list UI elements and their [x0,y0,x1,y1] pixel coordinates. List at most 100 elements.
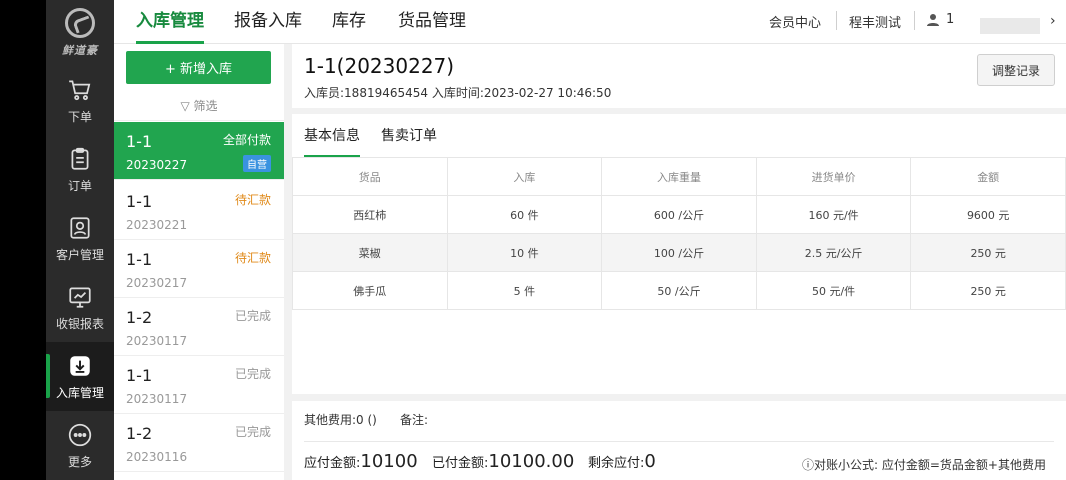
table-cell: 250 元 [910,271,1066,310]
table-header-row: 货品 入库 入库重量 进货单价 金额 [292,157,1066,196]
list-item-status: 已完成 [234,425,271,439]
side-nav: 鲜道豪 下单 订单 客户管理 收银报表 入库管理 更多 [46,0,114,480]
paid-amount: 已付金额:10100.00 [432,451,574,472]
detail-body: 基本信息 售卖订单 货品 入库 入库重量 进货单价 金额 西红柿 60 件 60… [292,114,1066,394]
download-box-icon [70,355,90,376]
table-cell: 50 /公斤 [601,271,757,310]
table-cell: 9600 元 [910,195,1066,234]
column-header: 进货单价 [755,157,912,196]
brand-mark-icon [65,8,95,38]
list-item-code: 1-1 [126,366,153,385]
inbound-detail-panel: 1-1(20230227) 入库员:18819465454 入库时间:2023-… [292,44,1066,480]
filter-label: 筛选 [193,99,218,113]
tab-reported-inbound[interactable]: 报备入库 [234,0,302,44]
paid-label: 已付金额: [432,456,489,471]
inbound-list: + 新增入库 ▽ 筛选 1-1 20230227 全部付款 自营 1-1 202… [114,44,284,480]
list-item-code: 1-1 [126,132,153,151]
table-cell: 60 件 [446,195,603,234]
list-item-date: 20230116 [126,450,188,464]
nav-item-more[interactable]: 更多 [46,411,114,480]
nav-item-orders[interactable]: 订单 [46,135,114,204]
table-cell: 600 /公斤 [601,195,757,234]
user-name[interactable]: 1 [946,12,954,27]
list-item-code: 1-2 [126,424,153,443]
filter-button[interactable]: ▽ 筛选 [114,94,284,121]
list-item-status: 已完成 [234,309,271,323]
list-item[interactable]: 1-1 20230227 全部付款 自营 [114,122,284,180]
remaining-amount: 剩余应付:0 [588,451,656,472]
header-divider [914,11,915,30]
nav-item-customers[interactable]: 客户管理 [46,204,114,273]
list-item[interactable]: 1-1 20230217 待汇款 [114,240,284,298]
nav-item-inbound[interactable]: 入库管理 [46,342,114,411]
table-cell: 100 /公斤 [601,233,757,272]
list-item-code: 1-2 [126,308,153,327]
adjustment-record-button[interactable]: 调整记录 [977,54,1055,86]
other-fee-text: 其他费用:0 () [304,413,377,427]
column-header: 货品 [292,157,448,196]
goods-table: 货品 入库 入库重量 进货单价 金额 西红柿 60 件 600 /公斤 160 … [292,157,1066,310]
chart-monitor-icon [69,286,91,308]
column-header: 金额 [910,157,1066,196]
nav-item-label: 收银报表 [55,316,104,331]
list-item-status: 待汇款 [234,251,271,265]
list-item-status: 全部付款 [222,133,271,147]
nav-item-order[interactable]: 下单 [46,66,114,135]
detail-header: 1-1(20230227) 入库员:18819465454 入库时间:2023-… [292,44,1066,108]
list-item-date: 20230117 [126,392,188,406]
list-item-code: 1-1 [126,192,153,211]
chevron-right-icon[interactable]: › [1050,13,1056,29]
list-item[interactable]: 1-1 20230221 待汇款 [114,182,284,240]
tab-basic-info[interactable]: 基本信息 [304,114,360,157]
list-item[interactable]: 1-1 20230117 已完成 [114,356,284,414]
payable-amount: 应付金额:10100 [304,451,418,472]
table-cell: 西红柿 [292,195,448,234]
detail-meta: 入库员:18819465454 入库时间:2023-02-27 10:46:50 [304,86,612,100]
payable-label: 应付金额: [304,456,361,471]
table-cell: 菜椒 [292,233,448,272]
add-inbound-button[interactable]: + 新增入库 [126,51,271,84]
remaining-value: 0 [644,451,656,472]
remark-label: 备注: [400,413,429,427]
list-item-date: 20230221 [126,218,188,232]
member-center-link[interactable]: 会员中心 [769,12,821,31]
nav-item-label: 订单 [67,178,92,193]
nav-item-label: 更多 [67,454,92,469]
table-cell: 佛手瓜 [292,271,448,310]
list-item-code: 1-1 [126,250,153,269]
table-cell: 250 元 [910,233,1066,272]
tab-inventory[interactable]: 库存 [332,0,366,44]
table-row: 佛手瓜 5 件 50 /公斤 50 元/件 250 元 [292,271,1066,310]
redacted-user-info [980,18,1040,34]
nav-item-label: 下单 [67,109,92,124]
column-header: 入库重量 [601,157,757,196]
detail-footer: 其他费用:0 () 备注: 应付金额:10100 已付金额:10100.00 剩… [292,401,1066,480]
test-account-link[interactable]: 程丰测试 [849,12,901,31]
brand-name: 鲜道豪 [62,44,98,57]
self-operated-badge: 自营 [243,155,271,172]
header-divider [836,11,837,30]
clipboard-icon [71,147,89,170]
list-item[interactable]: 1-2 20230117 已完成 [114,298,284,356]
more-dots-icon [68,423,92,446]
cart-icon [69,79,91,100]
payable-value: 10100 [360,451,418,472]
nav-item-reports[interactable]: 收银报表 [46,273,114,342]
list-scrollbar[interactable] [284,44,292,480]
footer-divider [304,441,1054,442]
remaining-label: 剩余应付: [588,456,645,471]
top-header: 入库管理 报备入库 库存 货品管理 会员中心 程丰测试 1 › [114,0,1066,44]
paid-value: 10100.00 [488,451,575,472]
list-item-status: 待汇款 [234,193,271,207]
contact-card-icon [70,216,90,239]
list-item[interactable]: 1-2 20230116 已完成 [114,414,284,472]
list-item-date: 20230227 [126,158,188,172]
reconciliation-formula: ⓘ对账小公式: 应付金额=货品金额+其他费用 [802,458,1046,472]
table-cell: 5 件 [446,271,603,310]
brand-logo: 鲜道豪 [46,0,114,66]
table-cell: 2.5 元/公斤 [755,233,912,272]
user-icon [927,14,939,26]
tab-sales-orders[interactable]: 售卖订单 [381,114,437,157]
tab-goods-management[interactable]: 货品管理 [398,0,466,44]
tab-inbound-management[interactable]: 入库管理 [136,0,204,44]
